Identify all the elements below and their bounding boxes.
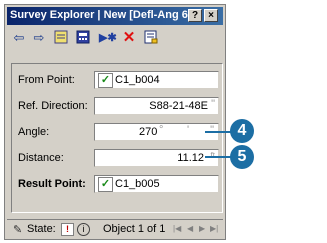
result-point-field[interactable]: ✓ C1_b005	[94, 175, 219, 193]
form-panel: From Point: ✓ C1_b004 Ref. Direction: S8…	[11, 63, 223, 213]
angle-deg-symbol: °	[159, 124, 164, 136]
result-point-value: C1_b005	[115, 178, 160, 190]
from-point-value: C1_b004	[115, 74, 160, 86]
callout-4: 4	[230, 119, 254, 143]
ref-direction-label: Ref. Direction:	[18, 100, 88, 112]
next-record-icon[interactable]: ▶	[199, 224, 205, 233]
callout-5: 5	[230, 145, 254, 169]
title-bar[interactable]: Survey Explorer | New [Defl-Ang 6] ? ×	[7, 7, 223, 25]
result-point-label: Result Point:	[18, 178, 86, 190]
angle-value: 270	[139, 126, 158, 138]
help-button[interactable]: ?	[188, 9, 202, 22]
first-record-icon[interactable]: |◀	[173, 224, 181, 233]
prev-record-icon[interactable]: ◀	[187, 224, 193, 233]
calculator-icon[interactable]	[75, 30, 91, 46]
close-button[interactable]: ×	[204, 9, 218, 22]
toolbar: ⇦ ⇨ ▶✱ ✕	[7, 27, 223, 49]
distance-field[interactable]: 11.12 ft	[94, 149, 219, 167]
properties-icon[interactable]	[53, 30, 69, 46]
callout-line-4	[205, 131, 232, 133]
back-arrow-icon[interactable]: ⇦	[11, 30, 27, 46]
state-label: State:	[27, 223, 56, 235]
last-record-icon[interactable]: ▶|	[210, 224, 218, 233]
angle-field[interactable]: 270 ° ' "	[94, 123, 219, 141]
distance-value: 11.12	[177, 152, 204, 164]
report-icon[interactable]	[143, 30, 159, 46]
distance-label: Distance:	[18, 152, 64, 164]
window-title: Survey Explorer | New [Defl-Ang 6]	[10, 9, 192, 21]
ref-direction-value: S88-21-48E	[149, 100, 208, 112]
from-point-field[interactable]: ✓ C1_b004	[94, 71, 219, 89]
ref-direction-field[interactable]: S88-21-48E "	[94, 97, 219, 115]
survey-explorer-window: Survey Explorer | New [Defl-Ang 6] ? × ⇦…	[4, 4, 226, 240]
ref-direction-sec-symbol: "	[211, 98, 215, 110]
angle-min-symbol: '	[187, 124, 190, 136]
state-flag-icon[interactable]: !	[61, 223, 74, 236]
checkmark-icon: ✓	[98, 73, 113, 88]
angle-sec-symbol: "	[210, 124, 214, 136]
checkmark-icon: ✓	[98, 177, 113, 192]
angle-label: Angle:	[18, 126, 50, 138]
from-point-label: From Point:	[18, 74, 75, 86]
new-feature-icon[interactable]: ▶✱	[99, 30, 117, 46]
pencil-icon: ✎	[13, 224, 23, 236]
callout-line-5	[205, 156, 232, 158]
status-bar: ✎ State: ! i Object 1 of 1 |◀ ◀ ▶ ▶|	[7, 219, 223, 238]
object-count: Object 1 of 1	[103, 223, 166, 235]
forward-arrow-icon[interactable]: ⇨	[31, 30, 47, 46]
info-icon[interactable]: i	[77, 223, 90, 236]
delete-icon[interactable]: ✕	[121, 30, 137, 46]
